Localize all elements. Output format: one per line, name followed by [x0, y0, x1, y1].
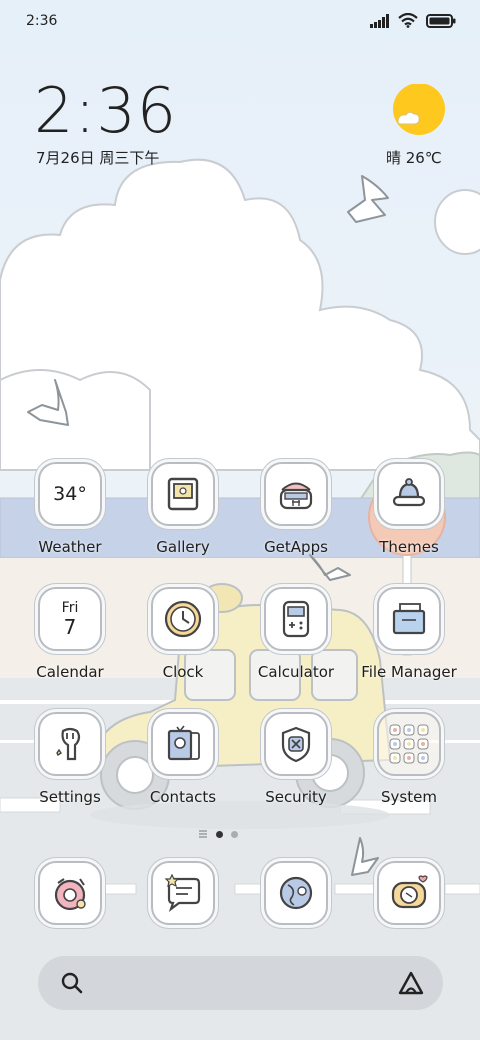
app-label: File Manager	[361, 663, 457, 681]
app-label: GetApps	[264, 538, 328, 556]
app-calculator[interactable]: Calculator	[246, 587, 346, 697]
search-icon[interactable]	[60, 971, 84, 995]
app-system-folder[interactable]: System	[359, 712, 459, 822]
contacts-icon	[151, 712, 215, 776]
app-label: Contacts	[149, 788, 217, 806]
search-bar[interactable]	[38, 956, 443, 1010]
app-file-manager[interactable]: File Manager	[359, 587, 459, 697]
gallery-icon	[151, 462, 215, 526]
calendar-day-number: 7	[63, 615, 77, 639]
camera-icon	[377, 861, 441, 925]
widget-clock-time[interactable]: 2:36	[34, 74, 177, 147]
calendar-icon: Fri 7	[38, 587, 102, 651]
themes-icon	[377, 462, 441, 526]
battery-icon	[426, 13, 456, 28]
settings-icon	[38, 712, 102, 776]
system-folder-icon	[377, 712, 441, 776]
sunny-icon[interactable]	[392, 84, 446, 138]
app-label: Weather	[38, 538, 102, 556]
dock-browser[interactable]	[264, 861, 328, 925]
calculator-icon	[264, 587, 328, 651]
phone-icon	[38, 861, 102, 925]
app-themes[interactable]: Themes	[359, 462, 459, 572]
dock-phone[interactable]	[38, 861, 102, 925]
signal-icon	[370, 13, 389, 28]
widget-date: 7月26日 周三下午	[36, 149, 160, 167]
page-dot	[231, 830, 238, 838]
app-label: Clock	[162, 663, 204, 681]
app-label: Themes	[379, 538, 439, 556]
app-contacts[interactable]: Contacts	[133, 712, 233, 822]
app-gallery[interactable]: Gallery	[133, 462, 233, 572]
app-label: Calculator	[257, 663, 335, 681]
app-label: System	[381, 788, 437, 806]
app-label: Settings	[39, 788, 101, 806]
app-label: Security	[265, 788, 327, 806]
app-getapps[interactable]: GetApps	[246, 462, 346, 572]
app-label: Calendar	[36, 663, 104, 681]
status-time: 2:36	[26, 13, 58, 29]
app-calendar[interactable]: Fri 7 Calendar	[20, 587, 120, 697]
assistant-icon[interactable]	[397, 969, 425, 997]
dock-camera[interactable]	[377, 861, 441, 925]
page-dot-active	[216, 830, 223, 838]
widget-weather: 晴 26℃	[386, 149, 442, 167]
messages-icon	[151, 861, 215, 925]
app-label: Gallery	[156, 538, 210, 556]
app-clock[interactable]: Clock	[133, 587, 233, 697]
app-weather[interactable]: 34° Weather	[20, 462, 120, 572]
file-manager-icon	[377, 587, 441, 651]
app-security[interactable]: Security	[246, 712, 346, 822]
menu-lines-icon	[199, 830, 207, 838]
wifi-icon	[398, 13, 418, 28]
status-bar: 2:36	[0, 0, 480, 44]
weather-temp-text: 34°	[53, 483, 87, 505]
weather-icon: 34°	[38, 462, 102, 526]
dock-messages[interactable]	[151, 861, 215, 925]
browser-icon	[264, 861, 328, 925]
status-icons	[370, 13, 456, 28]
page-indicator[interactable]	[198, 829, 238, 839]
security-icon	[264, 712, 328, 776]
clock-icon	[151, 587, 215, 651]
getapps-icon	[264, 462, 328, 526]
calendar-day-name: Fri	[61, 600, 79, 616]
app-settings[interactable]: Settings	[20, 712, 120, 822]
